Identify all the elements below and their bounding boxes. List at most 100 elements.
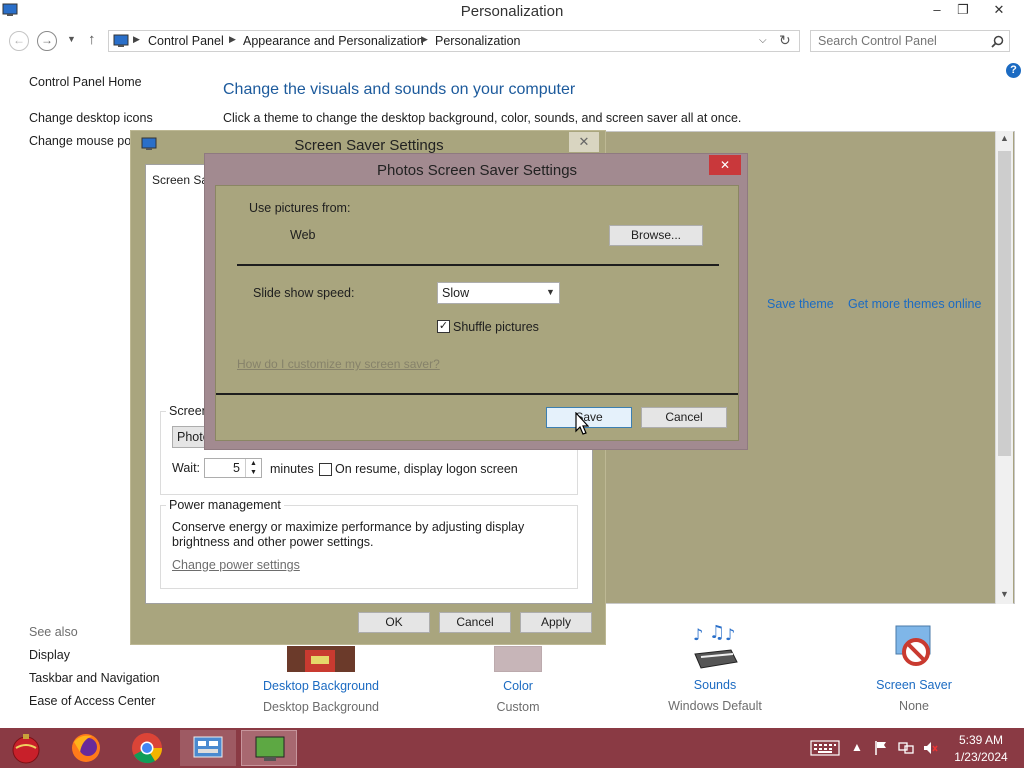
page-subtitle: Click a theme to change the desktop back… [223,111,742,125]
breadcrumb-appearance[interactable]: Appearance and Personalization [243,34,424,48]
color-value: Custom [496,700,540,714]
svg-text:♪: ♪ [693,625,703,644]
forward-arrow-icon[interactable]: → [37,31,57,51]
restore-button[interactable]: ❐ [950,0,976,22]
ok-button[interactable]: OK [358,612,430,633]
customize-help-link[interactable]: How do I customize my screen saver? [237,357,440,371]
desktop-background-value: Desktop Background [262,700,380,714]
slide-show-speed-select[interactable]: Slow ▼ [437,282,560,304]
photos-dialog-title: Photos Screen Saver Settings [376,162,578,179]
firefox-icon [72,734,100,762]
wait-label: Wait: [172,461,201,475]
volume-muted-icon[interactable] [922,740,938,756]
control-panel-small-icon [113,34,129,47]
use-pictures-label: Use pictures from: [249,201,351,215]
address-dropdown-chevron-icon[interactable]: ⌵ [759,35,767,46]
taskbar-explorer-app[interactable] [180,730,236,766]
color-label: Color [503,679,533,693]
mouse-cursor-icon [575,412,589,435]
screen-saver-label: Screen Saver [876,678,952,692]
personalization-taskbar-icon [255,736,285,761]
sounds-value: Windows Default [668,699,762,713]
save-button[interactable]: Save [546,407,632,428]
taskbar-firefox-app[interactable] [58,730,114,766]
change-power-settings-link[interactable]: Change power settings [172,558,300,572]
chrome-icon [132,733,163,764]
action-center-flag-icon[interactable] [874,740,888,756]
clock-time[interactable]: 5:39 AM [950,733,1012,747]
clock-date[interactable]: 1/23/2024 [950,750,1012,764]
search-box[interactable] [810,30,1010,52]
search-input[interactable] [811,31,981,51]
scroll-down-icon[interactable]: ▼ [1000,589,1009,599]
window-title: Personalization [460,3,564,20]
close-button[interactable]: ✕ [986,0,1012,22]
apply-button[interactable]: Apply [520,612,592,633]
control-panel-home-link[interactable]: Control Panel Home [29,75,142,89]
power-text-line2: brightness and other power settings. [172,535,374,549]
search-icon[interactable] [991,35,1004,48]
change-mouse-pointers-link[interactable]: Change mouse poi [29,134,134,148]
svg-text:♪: ♪ [725,625,735,644]
breadcrumb-separator-icon: ▶ [421,34,428,44]
wait-stepper[interactable]: 5 ▲ ▼ [204,458,262,478]
ornament-icon [12,734,40,764]
recent-pages-chevron-icon[interactable]: ▼ [67,34,76,44]
resume-logon-checkbox[interactable] [319,463,332,476]
cancel-button[interactable]: Cancel [439,612,511,633]
minimize-button[interactable]: – [924,0,950,22]
page-title: Change the visuals and sounds on your co… [223,81,576,98]
desktop-background-label: Desktop Background [262,679,380,693]
breadcrumb-personalization[interactable]: Personalization [435,34,520,48]
back-arrow-icon[interactable]: ← [9,31,29,51]
up-arrow-icon[interactable]: ↑ [88,31,96,48]
screen-saver-item[interactable]: Screen Saver None [834,624,994,713]
power-text-line1: Conserve energy or maximize performance … [172,520,525,534]
screen-saver-icon [895,625,931,666]
screen-saver-dialog-close-button[interactable]: ✕ [569,132,599,152]
desktop-background-item[interactable]: Desktop Background Desktop Background [241,646,401,714]
slide-show-speed-value: Slow [442,286,470,300]
show-hidden-icons-chevron-icon[interactable]: ▲ [851,740,863,754]
scrollbar-thumb[interactable] [998,151,1011,456]
svg-text:♫: ♫ [709,624,725,643]
taskbar-navigation-link[interactable]: Taskbar and Navigation [29,671,160,685]
help-icon[interactable]: ? [1006,63,1021,78]
taskbar-chrome-app[interactable] [119,730,175,766]
themes-scrollbar[interactable]: ▲ ▼ [995,131,1013,604]
shuffle-pictures-label: Shuffle pictures [453,320,539,334]
screen-saver-dialog-title: Screen Saver Settings [294,137,444,154]
window-titlebar: Personalization – ❐ ✕ [0,0,1024,24]
breadcrumb-separator-icon: ▶ [133,34,140,44]
taskbar-personalization-app[interactable] [241,730,297,766]
control-panel-taskbar-icon [193,736,223,758]
wait-value[interactable]: 5 [233,461,240,475]
save-theme-link[interactable]: Save theme [767,297,834,311]
minutes-label: minutes [270,462,314,476]
picture-source-value: Web [290,228,316,242]
photos-cancel-button[interactable]: Cancel [641,407,727,428]
divider [237,264,719,266]
change-desktop-icons-link[interactable]: Change desktop icons [29,111,153,125]
color-item[interactable]: Color Custom [438,646,598,714]
shuffle-pictures-checkbox[interactable]: ✓ [437,320,450,333]
ease-of-access-link[interactable]: Ease of Access Center [29,694,155,708]
keyboard-icon[interactable] [810,740,840,756]
sounds-label: Sounds [693,678,737,692]
display-link[interactable]: Display [29,648,70,662]
get-more-themes-link[interactable]: Get more themes online [848,297,981,311]
footer-divider [216,393,738,395]
stepper-up-icon[interactable]: ▲ [245,459,261,468]
breadcrumb-control-panel[interactable]: Control Panel [148,34,224,48]
browse-button[interactable]: Browse... [609,225,703,246]
network-icon[interactable] [898,740,914,756]
breadcrumb-separator-icon: ▶ [229,34,236,44]
see-also-heading: See also [29,625,78,639]
photos-dialog-close-icon[interactable]: ✕ [709,155,741,175]
sounds-item[interactable]: ♪ ♫ ♪ Sounds Windows Default [635,624,795,713]
taskbar-ornament-app[interactable] [0,730,56,766]
scroll-up-icon[interactable]: ▲ [1000,133,1009,143]
address-bar[interactable]: ▶ Control Panel ▶ Appearance and Persona… [108,30,800,52]
refresh-icon[interactable]: ↻ [779,32,791,49]
stepper-down-icon[interactable]: ▼ [245,468,261,477]
